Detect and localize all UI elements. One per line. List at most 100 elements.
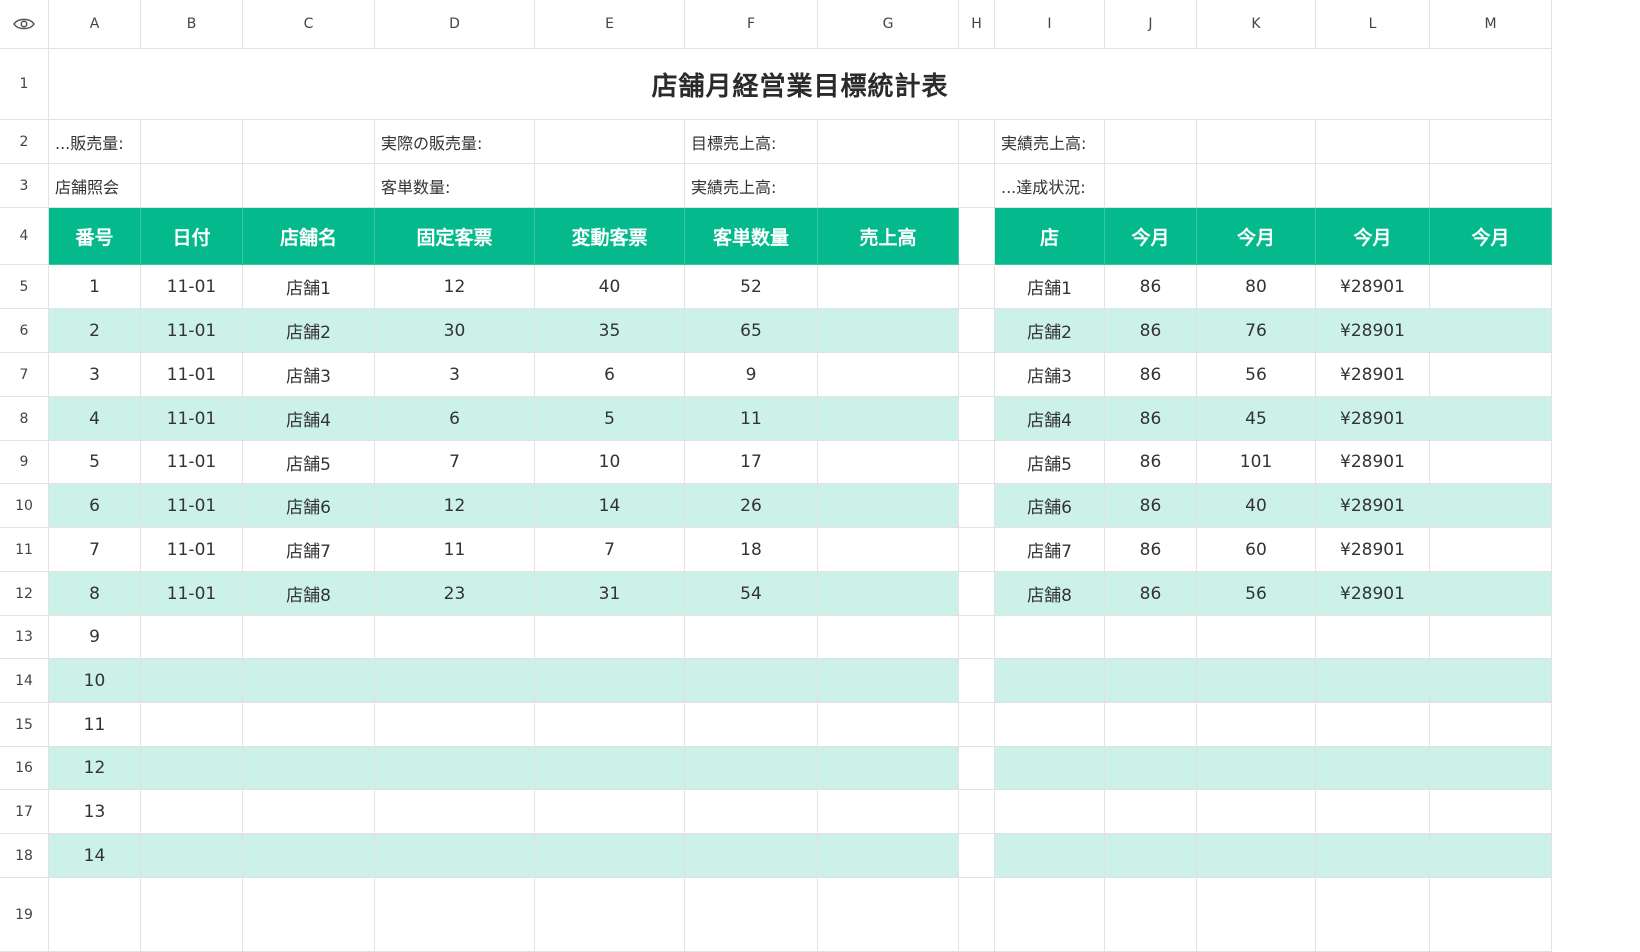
- empty-cell[interactable]: [1105, 878, 1197, 952]
- main-table-cell[interactable]: [243, 834, 375, 878]
- side-table-cell[interactable]: 店舗5: [995, 441, 1105, 484]
- empty-cell[interactable]: [959, 878, 995, 952]
- main-table-cell[interactable]: 店舗1: [243, 265, 375, 309]
- main-table-cell[interactable]: [818, 265, 959, 309]
- side-table-cell[interactable]: [1197, 616, 1316, 659]
- gap-cell[interactable]: [959, 572, 995, 616]
- column-header-b[interactable]: B: [141, 0, 243, 49]
- main-table-cell[interactable]: 店舗6: [243, 484, 375, 528]
- side-table-cell[interactable]: [1430, 616, 1552, 659]
- gap-cell[interactable]: [959, 703, 995, 747]
- cell-h2[interactable]: [959, 120, 995, 164]
- main-table-cell[interactable]: 54: [685, 572, 818, 616]
- main-table-cell[interactable]: 9: [49, 616, 141, 659]
- side-table-cell[interactable]: [1197, 790, 1316, 834]
- main-table-cell[interactable]: 店舗5: [243, 441, 375, 484]
- main-table-cell[interactable]: 40: [535, 265, 685, 309]
- main-table-cell[interactable]: [141, 703, 243, 747]
- cell-b3[interactable]: [141, 164, 243, 208]
- main-table-cell[interactable]: 11-01: [141, 353, 243, 397]
- row-header-11[interactable]: 11: [0, 528, 49, 572]
- side-table-cell[interactable]: [1430, 834, 1552, 878]
- cell-k2[interactable]: [1197, 120, 1316, 164]
- row-header-16[interactable]: 16: [0, 747, 49, 790]
- cell-c3[interactable]: [243, 164, 375, 208]
- side-table-cell[interactable]: [1430, 790, 1552, 834]
- main-table-cell[interactable]: [375, 703, 535, 747]
- side-table-cell[interactable]: [1316, 659, 1430, 703]
- main-table-cell[interactable]: [818, 441, 959, 484]
- side-table-cell[interactable]: [1430, 747, 1552, 790]
- main-table-cell[interactable]: [818, 572, 959, 616]
- side-table-cell[interactable]: 店舗2: [995, 309, 1105, 353]
- side-table-cell[interactable]: 101: [1197, 441, 1316, 484]
- main-table-cell[interactable]: [243, 616, 375, 659]
- cell-k3[interactable]: [1197, 164, 1316, 208]
- side-table-cell[interactable]: [1430, 528, 1552, 572]
- main-table-cell[interactable]: 10: [535, 441, 685, 484]
- side-table-cell[interactable]: 店舗7: [995, 528, 1105, 572]
- main-table-cell[interactable]: 11-01: [141, 528, 243, 572]
- main-table-cell[interactable]: [243, 790, 375, 834]
- main-table-cell[interactable]: [818, 528, 959, 572]
- side-table-cell[interactable]: [995, 616, 1105, 659]
- main-table-cell[interactable]: [243, 703, 375, 747]
- empty-cell[interactable]: [375, 878, 535, 952]
- row-header-19[interactable]: 19: [0, 878, 49, 952]
- main-table-cell[interactable]: 11-01: [141, 265, 243, 309]
- unit-volume-label[interactable]: 客単数量:: [375, 164, 535, 208]
- side-table-cell[interactable]: [1430, 353, 1552, 397]
- main-table-cell[interactable]: 11-01: [141, 484, 243, 528]
- actual-sales-label[interactable]: 実績売上高:: [995, 120, 1105, 164]
- side-table-cell[interactable]: 店舗8: [995, 572, 1105, 616]
- main-table-cell[interactable]: 13: [49, 790, 141, 834]
- side-table-cell[interactable]: 86: [1105, 397, 1197, 441]
- main-table-cell[interactable]: 5: [49, 441, 141, 484]
- sheet-title[interactable]: 店舗月経営業目標統計表: [49, 49, 1552, 120]
- actual-sales-volume-label[interactable]: 実際の販売量:: [375, 120, 535, 164]
- main-table-cell[interactable]: [685, 703, 818, 747]
- cell-e3[interactable]: [535, 164, 685, 208]
- side-table-cell[interactable]: 40: [1197, 484, 1316, 528]
- side-table-cell[interactable]: [995, 790, 1105, 834]
- main-table-header-1[interactable]: 番号: [49, 208, 141, 265]
- main-table-cell[interactable]: [685, 616, 818, 659]
- cell-m2[interactable]: [1430, 120, 1552, 164]
- main-table-cell[interactable]: [818, 309, 959, 353]
- main-table-cell[interactable]: 3: [49, 353, 141, 397]
- row-header-2[interactable]: 2: [0, 120, 49, 164]
- side-table-cell[interactable]: [1105, 790, 1197, 834]
- side-table-cell[interactable]: [1316, 834, 1430, 878]
- gap-cell[interactable]: [959, 397, 995, 441]
- side-table-cell[interactable]: [1316, 616, 1430, 659]
- cell-h4[interactable]: [959, 208, 995, 265]
- main-table-cell[interactable]: 11: [685, 397, 818, 441]
- row-header-5[interactable]: 5: [0, 265, 49, 309]
- side-table-cell[interactable]: [1197, 834, 1316, 878]
- main-table-cell[interactable]: 14: [49, 834, 141, 878]
- side-table-cell[interactable]: [995, 747, 1105, 790]
- row-header-1[interactable]: 1: [0, 49, 49, 120]
- main-table-cell[interactable]: 52: [685, 265, 818, 309]
- main-table-cell[interactable]: [818, 353, 959, 397]
- gap-cell[interactable]: [959, 353, 995, 397]
- side-table-cell[interactable]: 86: [1105, 309, 1197, 353]
- side-table-header-2[interactable]: 今月: [1105, 208, 1197, 265]
- main-table-cell[interactable]: [818, 747, 959, 790]
- main-table-cell[interactable]: 7: [49, 528, 141, 572]
- main-table-cell[interactable]: 35: [535, 309, 685, 353]
- main-table-cell[interactable]: 11-01: [141, 397, 243, 441]
- main-table-cell[interactable]: 8: [49, 572, 141, 616]
- side-table-cell[interactable]: ¥28901: [1316, 265, 1430, 309]
- main-table-cell[interactable]: 18: [685, 528, 818, 572]
- row-header-13[interactable]: 13: [0, 616, 49, 659]
- column-header-h[interactable]: H: [959, 0, 995, 49]
- column-header-a[interactable]: A: [49, 0, 141, 49]
- cell-g2[interactable]: [818, 120, 959, 164]
- main-table-cell[interactable]: 11-01: [141, 309, 243, 353]
- column-header-i[interactable]: I: [995, 0, 1105, 49]
- side-table-cell[interactable]: [1105, 703, 1197, 747]
- main-table-cell[interactable]: 6: [535, 353, 685, 397]
- main-table-cell[interactable]: [535, 790, 685, 834]
- main-table-cell[interactable]: 5: [535, 397, 685, 441]
